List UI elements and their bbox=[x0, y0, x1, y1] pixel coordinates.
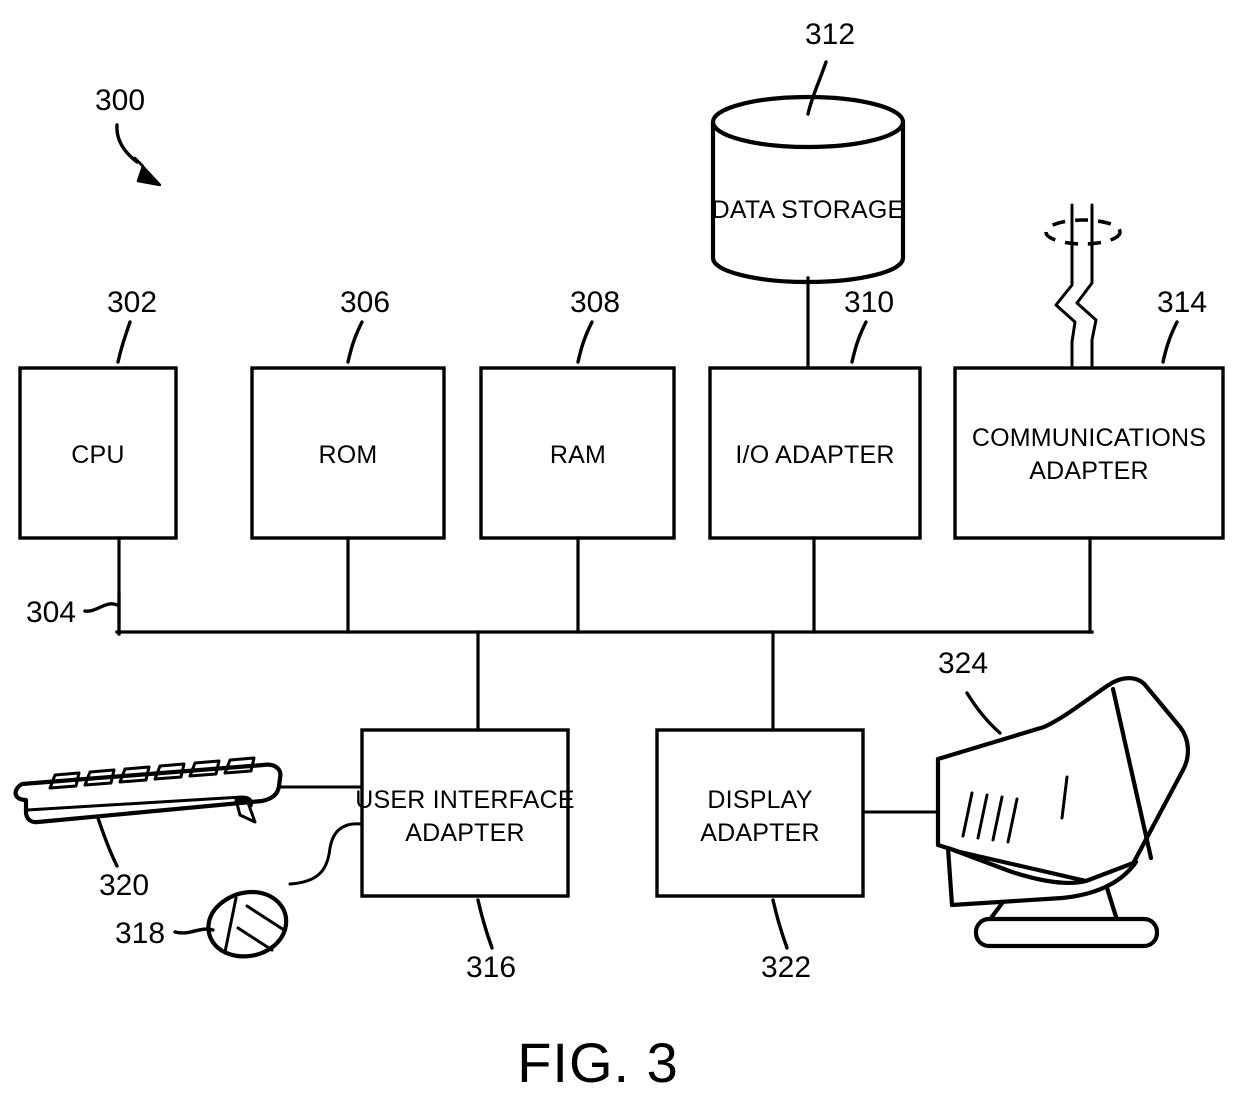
system-pointer-leader bbox=[115, 123, 139, 164]
system-ref-300-group: 300 bbox=[95, 84, 162, 187]
antenna-post-right bbox=[1075, 203, 1098, 370]
cylinder-top-ellipse bbox=[710, 94, 906, 150]
rom-label: ROM bbox=[319, 441, 378, 469]
ref-leader-302 bbox=[116, 320, 132, 364]
ref-leader-308 bbox=[576, 320, 594, 364]
monitor-base bbox=[973, 916, 1160, 949]
io-adapter-label: I/O ADAPTER bbox=[735, 441, 894, 469]
mouse-cable bbox=[288, 822, 364, 886]
ref-leader-316 bbox=[476, 898, 494, 950]
monitor-strut-right bbox=[1104, 885, 1120, 923]
ref-label-300: 300 bbox=[95, 84, 145, 117]
ref-label-312: 312 bbox=[805, 18, 855, 51]
user-interface-adapter-label-line2: ADAPTER bbox=[405, 819, 524, 847]
ref-leader-320 bbox=[96, 816, 119, 868]
ref-leader-324 bbox=[965, 691, 1002, 735]
ref-label-310: 310 bbox=[844, 286, 894, 319]
ref-label-322: 322 bbox=[761, 951, 811, 984]
ref-label-320: 320 bbox=[99, 869, 149, 902]
communications-adapter-label-line1: COMMUNICATIONS bbox=[972, 424, 1206, 452]
block-communications-adapter[interactable]: COMMUNICATIONS ADAPTER 314 bbox=[953, 286, 1225, 540]
ref-label-318: 318 bbox=[115, 917, 165, 950]
ref-label-314: 314 bbox=[1157, 286, 1207, 319]
antenna-post-left bbox=[1054, 203, 1077, 370]
ref-label-316: 316 bbox=[466, 951, 516, 984]
display-adapter-label-line1: DISPLAY bbox=[707, 786, 812, 814]
patent-figure-3: 300 DATA STORAGE 312 CPU 302 ROM 306 RAM… bbox=[0, 0, 1240, 1111]
cpu-label: CPU bbox=[71, 441, 124, 469]
ref-leader-310 bbox=[850, 320, 868, 364]
antenna-signal-ring bbox=[1044, 218, 1122, 246]
ref-label-302: 302 bbox=[107, 286, 157, 319]
ref-leader-314 bbox=[1161, 320, 1179, 364]
block-user-interface-adapter[interactable]: USER INTERFACE ADAPTER 316 bbox=[355, 728, 575, 984]
system-pointer-arrowhead bbox=[133, 156, 162, 187]
ref-label-306: 306 bbox=[340, 286, 390, 319]
ref-leader-304 bbox=[83, 602, 119, 613]
communications-adapter-box[interactable] bbox=[953, 366, 1225, 540]
user-interface-adapter-label-line1: USER INTERFACE bbox=[355, 786, 575, 814]
display-monitor-icon: 324 bbox=[861, 647, 1190, 949]
mouse-icon: 318 bbox=[115, 822, 364, 959]
ram-label: RAM bbox=[550, 441, 606, 469]
figure-caption: FIG. 3 bbox=[517, 1031, 679, 1094]
ref-leader-306 bbox=[346, 320, 364, 364]
block-io-adapter[interactable]: I/O ADAPTER 310 bbox=[708, 286, 922, 540]
ref-label-308: 308 bbox=[570, 286, 620, 319]
system-bus: 304 bbox=[26, 536, 1094, 732]
block-ram[interactable]: RAM 308 bbox=[479, 286, 676, 540]
data-storage-label: DATA STORAGE bbox=[712, 196, 905, 224]
block-rom[interactable]: ROM 306 bbox=[250, 286, 446, 540]
ref-label-324: 324 bbox=[938, 647, 988, 680]
ref-label-304: 304 bbox=[26, 596, 76, 629]
block-cpu[interactable]: CPU 302 bbox=[18, 286, 178, 540]
ref-leader-322 bbox=[771, 898, 789, 950]
block-display-adapter[interactable]: DISPLAY ADAPTER 322 bbox=[655, 728, 865, 984]
display-adapter-label-line2: ADAPTER bbox=[700, 819, 819, 847]
antenna-icon bbox=[1044, 203, 1122, 370]
communications-adapter-label-line2: ADAPTER bbox=[1029, 457, 1148, 485]
